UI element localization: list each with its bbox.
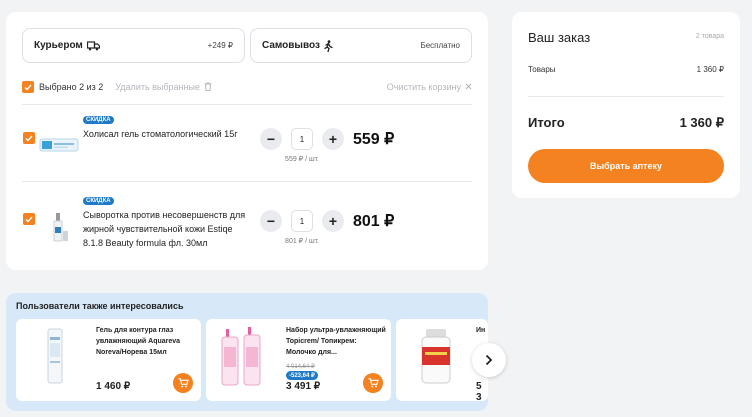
product-name[interactable]: Ин [476,325,488,336]
product-price: 5 3 [476,381,482,401]
carousel-next-button[interactable] [472,343,506,377]
product-card[interactable]: Набор ультра-увлажняющий Topicrem/ Топик… [206,319,391,401]
quantity-stepper: − 1 + [260,128,344,150]
product-price: 1 460 ₽ [96,381,131,392]
goods-label: Товары [528,65,556,74]
product-image[interactable] [214,325,274,389]
increase-button[interactable]: + [322,210,344,232]
pickup-label: Самовывоз [262,40,320,51]
product-price: 3 491 ₽ [286,381,321,392]
goods-value: 1 360 ₽ [696,65,724,74]
cart-item: СКИДКА Холисал гель стоматологический 15… [22,114,472,184]
close-icon [465,82,472,92]
product-image[interactable] [38,209,82,245]
choose-pharmacy-button[interactable]: Выбрать аптеку [528,149,724,183]
section-title: Пользователи также интересовались [16,301,184,311]
discount-badge: -523,64 ₽ [286,371,318,380]
truck-icon [86,40,100,51]
decrease-button[interactable]: − [260,210,282,232]
clear-cart-button[interactable]: Очистить корзину [387,82,472,92]
item-total: 801 ₽ [353,213,395,230]
add-to-cart-button[interactable] [363,373,383,393]
product-image[interactable] [24,325,84,389]
increase-button[interactable]: + [322,128,344,150]
goods-row: Товары 1 360 ₽ [528,65,724,74]
quantity-stepper: − 1 + [260,210,344,232]
product-name[interactable]: Набор ультра-увлажняющий Topicrem/ Топик… [286,325,386,358]
courier-label: Курьером [34,40,83,51]
item-total: 559 ₽ [353,131,395,148]
cart-icon [368,378,379,388]
product-name[interactable]: Холисал гель стоматологический 15г [83,127,253,141]
also-interested-panel: Пользователи также интересовались Гель д… [6,293,488,411]
total-label: Итого [528,115,565,130]
divider [22,104,472,105]
cart-icon [178,378,189,388]
divider [22,181,472,182]
order-title: Ваш заказ [528,30,591,45]
product-card[interactable]: Гель для контура глаз увлажняющий Aquare… [16,319,201,401]
total-value: 1 360 ₽ [679,115,724,130]
selected-count: Выбрано 2 из 2 [39,82,104,92]
order-summary-panel: Ваш заказ 2 товара Товары 1 360 ₽ Итого … [512,12,740,198]
product-name[interactable]: Гель для контура глаз увлажняющий Aquare… [96,325,196,358]
trash-icon [204,82,212,93]
walking-person-icon [324,39,333,52]
item-checkbox[interactable] [23,132,35,144]
cart-panel: Курьером +249 ₽ Самовывоз Бесплатно Выбр… [6,12,488,270]
quantity-value[interactable]: 1 [291,210,313,232]
add-to-cart-button[interactable] [173,373,193,393]
select-all-checkbox[interactable] [22,81,34,93]
product-image[interactable] [404,325,464,389]
old-price: 4 014,64 ₽ [286,364,315,370]
divider [528,96,724,97]
courier-price: +249 ₽ [207,41,233,50]
product-image[interactable] [38,126,82,162]
quantity-value[interactable]: 1 [291,128,313,150]
order-item-count: 2 товара [695,33,724,40]
product-name[interactable]: Сыворотка против несовершенств для жирно… [83,208,253,250]
discount-badge: СКИДКА [83,116,114,124]
item-checkbox[interactable] [23,213,35,225]
chevron-right-icon [485,354,493,366]
selection-row: Выбрано 2 из 2 Удалить выбранные Очистит… [22,79,472,95]
total-row: Итого 1 360 ₽ [528,115,724,131]
decrease-button[interactable]: − [260,128,282,150]
delete-selected-button[interactable]: Удалить выбранные [115,82,212,93]
delivery-courier-option[interactable]: Курьером +249 ₽ [22,28,245,63]
clear-cart-label: Очистить корзину [386,82,461,92]
pickup-price: Бесплатно [420,41,460,50]
delete-selected-label: Удалить выбранные [115,82,200,92]
delivery-pickup-option[interactable]: Самовывоз Бесплатно [250,28,472,63]
cart-item: СКИДКА Сыворотка против несовершенств дл… [22,197,472,267]
unit-price: 801 ₽ / шт. [285,238,319,245]
discount-badge: СКИДКА [83,197,114,205]
unit-price: 559 ₽ / шт. [285,156,319,163]
